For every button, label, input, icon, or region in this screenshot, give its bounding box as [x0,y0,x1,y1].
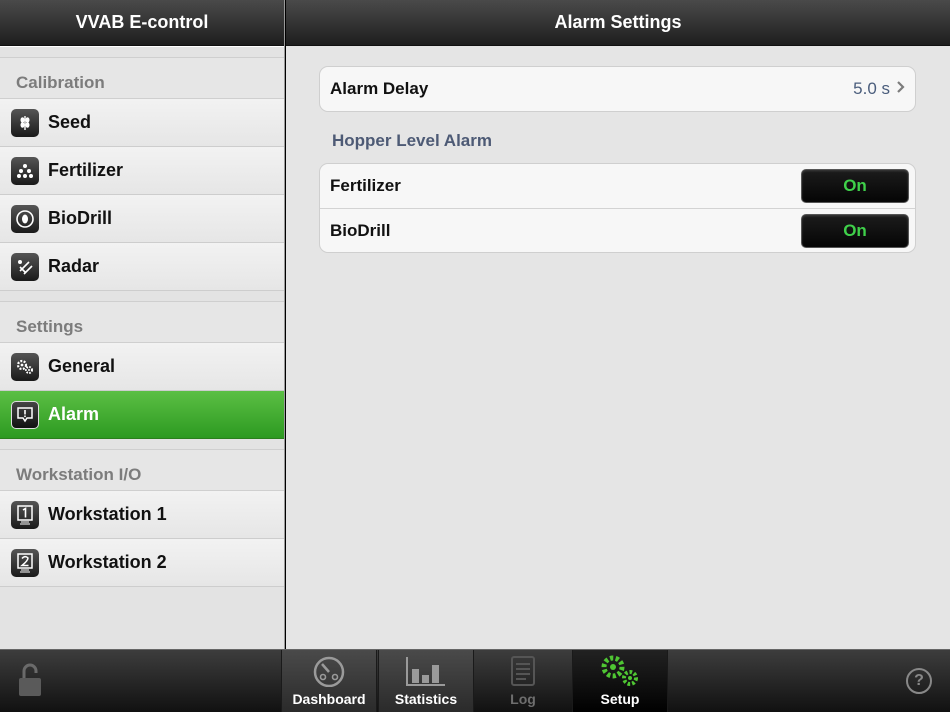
sidebar-item-workstation-1[interactable]: Workstation 1 [0,491,284,539]
tab-label: Dashboard [292,691,366,707]
alarm-warning-icon [11,400,39,429]
hopper-alarm-label: BioDrill [330,220,391,240]
sidebar-item-radar[interactable]: Radar [0,243,284,291]
sidebar-item-fertilizer[interactable]: Fertilizer [0,147,284,195]
dashboard-gauge-icon [312,653,346,689]
alarm-delay-label: Alarm Delay [330,79,429,98]
sidebar-item-workstation-2[interactable]: Workstation 2 [0,539,284,587]
gears-icon [11,352,39,381]
tab-bar: Dashboard Statistics Log Setup ? [0,649,950,712]
tab-label: Statistics [394,691,458,707]
workstation-2-icon [11,548,39,577]
biodrill-alarm-toggle[interactable]: On [801,213,909,248]
sidebar-item-seed[interactable]: Seed [0,99,284,147]
fertilizer-pellets-icon [11,156,39,185]
section-title-settings: Settings [0,301,284,343]
sidebar-item-label: General [48,356,116,376]
hopper-level-alarm-title: Hopper Level Alarm [332,131,492,150]
help-button[interactable]: ? [906,668,932,694]
help-question-icon: ? [914,672,924,689]
page-title: Alarm Settings [286,0,950,46]
tab-label: Log [510,691,536,707]
section-title-calibration: Calibration [0,57,284,99]
sidebar-item-label: Workstation 2 [48,552,167,572]
hopper-alarm-label: Fertilizer [330,176,401,195]
tab-dashboard[interactable]: Dashboard [281,650,377,712]
alarm-delay-value: 5.0 s [853,79,890,98]
hopper-alarm-row-biodrill: BioDrill On [320,208,915,252]
sidebar-item-label: Alarm [48,404,100,424]
workstation-1-icon [11,500,39,529]
lock-button[interactable] [14,662,46,702]
sidebar-item-biodrill[interactable]: BioDrill [0,195,284,243]
log-document-icon [510,653,536,689]
sidebar-item-label: Radar [48,256,100,276]
hopper-alarm-row-fertilizer: Fertilizer On [320,164,915,208]
sidebar-item-label: BioDrill [48,208,113,228]
tab-log[interactable]: Log [475,650,571,712]
setup-gears-icon [598,653,642,689]
sidebar-item-label: Fertilizer [48,160,124,180]
fertilizer-alarm-toggle[interactable]: On [801,169,909,203]
tab-statistics[interactable]: Statistics [378,650,474,712]
alarm-delay-row[interactable]: Alarm Delay 5.0 s [320,67,915,111]
chevron-right-icon [896,80,905,99]
radar-waves-icon [11,252,39,281]
statistics-bars-icon [405,653,447,689]
alarm-delay-card: Alarm Delay 5.0 s [319,66,916,112]
sidebar-item-general[interactable]: General [0,343,284,391]
sidebar: VVAB E-control Calibration Seed Fertiliz… [0,0,285,649]
section-title-workstation-io: Workstation I/O [0,449,284,491]
unlocked-padlock-icon [17,662,43,703]
tab-setup[interactable]: Setup [572,650,668,712]
sidebar-item-alarm[interactable]: Alarm [0,391,284,439]
seed-icon [11,108,39,137]
main-panel: Alarm Settings Alarm Delay 5.0 s Hopper … [286,0,950,649]
sidebar-item-label: Seed [48,112,92,132]
biodrill-seed-icon [11,204,39,233]
tab-label: Setup [600,691,640,707]
sidebar-item-label: Workstation 1 [48,504,167,524]
hopper-level-alarm-card: Fertilizer On BioDrill On [319,163,916,253]
sidebar-title: VVAB E-control [0,0,284,46]
